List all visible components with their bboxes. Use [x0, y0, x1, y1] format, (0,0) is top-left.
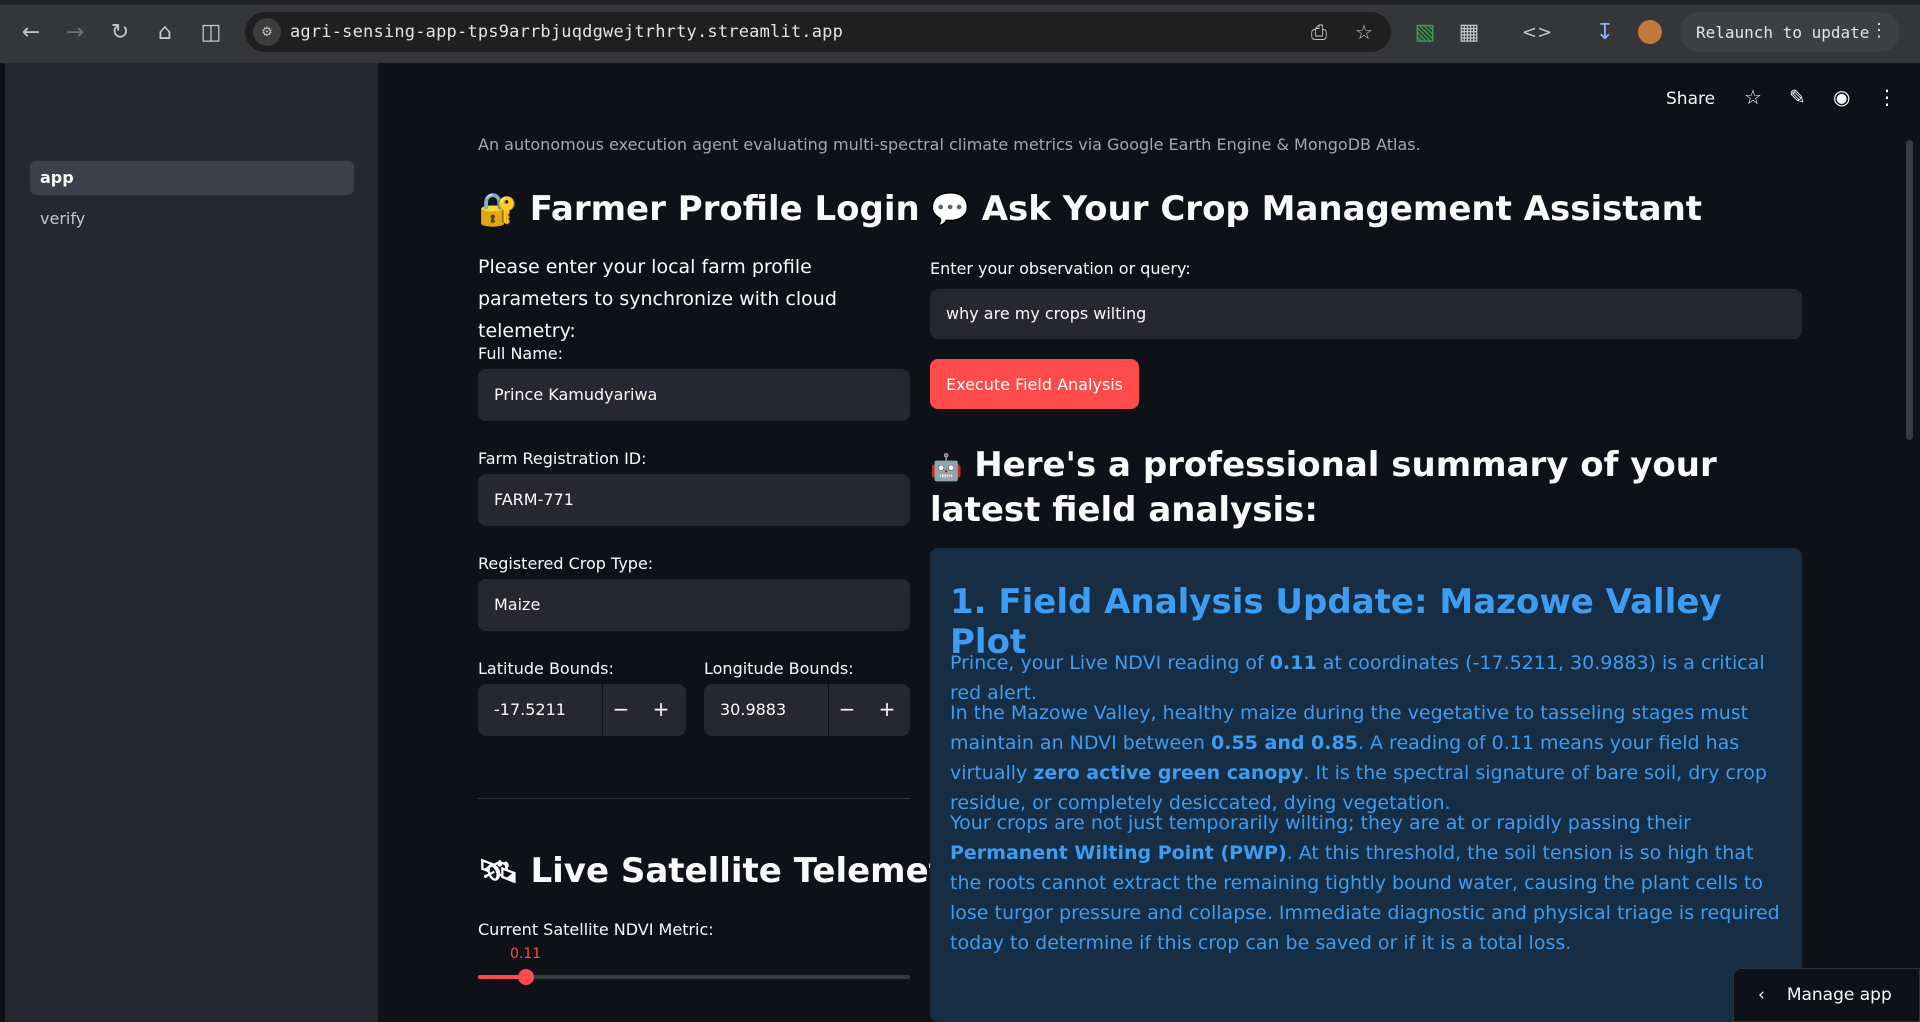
- edit-pencil-icon[interactable]: ✎: [1789, 85, 1806, 109]
- extension-icon[interactable]: ▧: [1407, 14, 1443, 50]
- split-view-icon[interactable]: ◫: [193, 14, 229, 50]
- ndvi-label: Current Satellite NDVI Metric:: [478, 920, 714, 939]
- full-name-label: Full Name:: [478, 344, 564, 363]
- menu-dots-icon: ⋮: [1870, 20, 1888, 41]
- telemetry-title: 🛰 Live Satellite Telemetry: [478, 851, 984, 891]
- robot-icon: 🤖: [930, 453, 963, 483]
- github-icon[interactable]: ◉: [1833, 85, 1850, 109]
- forward-icon[interactable]: →: [57, 14, 93, 50]
- satellite-icon: 🛰: [478, 852, 519, 890]
- summary-title-text: Here's a professional summary of your la…: [930, 445, 1717, 530]
- manage-app-button[interactable]: ‹ Manage app: [1733, 968, 1920, 1022]
- latitude-input[interactable]: -17.5211 − +: [478, 684, 686, 736]
- latitude-value: -17.5211: [494, 700, 566, 719]
- sidebar-item-app[interactable]: app: [30, 161, 354, 195]
- extensions-puzzle-icon[interactable]: ▦: [1451, 14, 1487, 50]
- devtools-code-icon[interactable]: <>: [1519, 14, 1555, 50]
- back-icon[interactable]: ←: [13, 14, 49, 50]
- query-value: why are my crops wilting: [946, 304, 1147, 323]
- main-content: Share ☆ ✎ ◉ ⋮ An autonomous execution ag…: [378, 63, 1920, 1022]
- download-icon[interactable]: ↧: [1587, 14, 1623, 50]
- login-instructions: Please enter your local farm profile par…: [478, 256, 837, 342]
- longitude-decrement-button[interactable]: −: [832, 694, 862, 724]
- login-title-text: Farmer Profile Login: [529, 189, 920, 229]
- browser-toolbar: ← → ↻ ⌂ ◫ ⚙ agri-sensing-app-tps9arrbjuq…: [0, 0, 1920, 63]
- speech-balloon-icon: 💬: [930, 190, 970, 228]
- latitude-decrement-button[interactable]: −: [606, 694, 636, 724]
- sidebar-item-label: app: [40, 168, 74, 187]
- manage-app-label: Manage app: [1786, 985, 1892, 1005]
- sidebar: app verify: [5, 63, 378, 1022]
- full-name-value: Prince Kamudyariwa: [494, 385, 658, 404]
- latitude-increment-button[interactable]: +: [646, 694, 676, 724]
- star-icon[interactable]: ☆: [1744, 85, 1762, 109]
- bookmark-star-icon[interactable]: ☆: [1355, 20, 1373, 44]
- summary-info-box: 1. Field Analysis Update: Mazowe Valley …: [930, 548, 1802, 1022]
- main-menu-icon[interactable]: ⋮: [1877, 85, 1897, 109]
- ndvi-slider-value: 0.11: [510, 946, 542, 962]
- app-window: ← → ↻ ⌂ ◫ ⚙ agri-sensing-app-tps9arrbjuq…: [0, 0, 1920, 1022]
- farm-id-value: FARM-771: [494, 490, 574, 509]
- execute-analysis-button[interactable]: Execute Field Analysis: [930, 359, 1140, 409]
- section-divider: [478, 798, 910, 799]
- latitude-label: Latitude Bounds:: [478, 659, 614, 678]
- stepper-divider: [828, 684, 829, 736]
- query-label: Enter your observation or query:: [930, 259, 1191, 278]
- longitude-label: Longitude Bounds:: [704, 659, 854, 678]
- longitude-input[interactable]: 30.9883 − +: [704, 684, 910, 736]
- summary-paragraph-2: In the Mazowe Valley, healthy maize duri…: [950, 702, 1767, 814]
- reload-icon[interactable]: ↻: [102, 14, 138, 50]
- home-icon[interactable]: ⌂: [147, 14, 183, 50]
- summary-title: 🤖 Here's a professional summary of your …: [930, 444, 1760, 531]
- stepper-divider: [602, 684, 603, 736]
- farm-id-input[interactable]: FARM-771: [478, 474, 910, 526]
- longitude-increment-button[interactable]: +: [872, 694, 902, 724]
- install-app-icon[interactable]: ⎙: [1311, 20, 1327, 44]
- share-button[interactable]: Share: [1666, 89, 1715, 109]
- assistant-title-text: Ask Your Crop Management Assistant: [981, 189, 1703, 229]
- assistant-title: 💬 Ask Your Crop Management Assistant: [930, 189, 1702, 229]
- full-name-input[interactable]: Prince Kamudyariwa: [478, 369, 910, 421]
- crop-type-value: Maize: [494, 595, 541, 614]
- app-caption: An autonomous execution agent evaluating…: [478, 135, 1421, 154]
- tab-strip: [0, 0, 1920, 5]
- address-bar[interactable]: ⚙ agri-sensing-app-tps9arrbjuqdgwejtrhrt…: [245, 12, 1391, 52]
- lock-with-key-icon: 🔐: [478, 190, 518, 228]
- telemetry-title-text: Live Satellite Telemetry: [530, 851, 984, 891]
- ndvi-slider[interactable]: [478, 969, 910, 985]
- scrollbar-thumb[interactable]: [1906, 140, 1913, 440]
- crop-type-label: Registered Crop Type:: [478, 554, 654, 573]
- longitude-value: 30.9883: [720, 700, 787, 719]
- url-text[interactable]: agri-sensing-app-tps9arrbjuqdgwejtrhrty.…: [290, 22, 843, 42]
- chevron-left-icon: ‹: [1758, 985, 1765, 1005]
- crop-type-input[interactable]: Maize: [478, 579, 910, 631]
- sidebar-item-label: verify: [40, 209, 86, 228]
- relaunch-button[interactable]: Relaunch to update ⋮: [1680, 12, 1900, 52]
- sidebar-item-verify[interactable]: verify: [30, 202, 354, 236]
- query-input[interactable]: why are my crops wilting: [930, 289, 1802, 339]
- relaunch-label: Relaunch to update: [1696, 22, 1870, 42]
- farm-id-label: Farm Registration ID:: [478, 449, 647, 468]
- site-info-icon[interactable]: ⚙: [253, 18, 281, 46]
- summary-paragraph-3: Your crops are not just temporarily wilt…: [950, 812, 1780, 954]
- ndvi-slider-thumb[interactable]: [518, 969, 534, 985]
- execute-analysis-label: Execute Field Analysis: [946, 374, 1124, 394]
- login-title: 🔐 Farmer Profile Login: [478, 189, 920, 229]
- profile-avatar[interactable]: [1632, 14, 1668, 50]
